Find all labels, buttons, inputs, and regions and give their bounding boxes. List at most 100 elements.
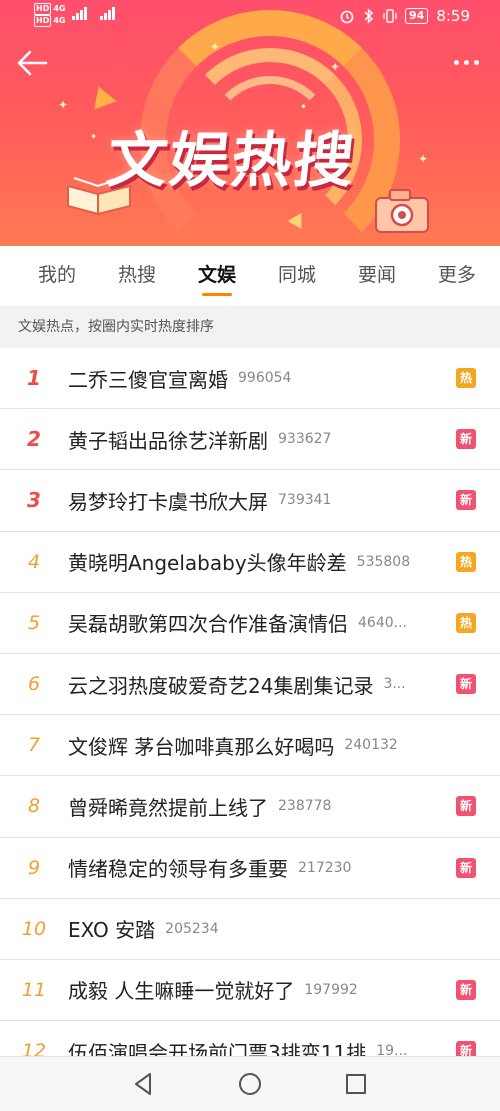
heat-value: 238778	[278, 798, 332, 815]
item-title: 吴磊胡歌第四次合作准备演情侣	[68, 612, 348, 637]
new-badge: 新	[456, 1041, 476, 1056]
tab-news[interactable]: 要闻	[358, 246, 396, 304]
item-title: 文俊辉 茅台咖啡真那么好喝吗	[68, 734, 335, 759]
network-type-label: 4G	[53, 4, 66, 13]
dot-icon	[454, 59, 459, 65]
heat-value: 205234	[165, 920, 219, 937]
status-bar: HD 4G HD 4G 94 8:59	[0, 0, 500, 34]
rank-number: 2	[27, 427, 41, 452]
hot-badge: 热	[456, 368, 476, 389]
hd-label: HD	[34, 3, 52, 15]
rank-number: 4	[27, 550, 41, 573]
signal-strength-icon	[72, 6, 87, 20]
list-item[interactable]: 3 易梦玲打卡虞书欣大屏 739341 新	[0, 470, 500, 532]
vibrate-icon	[383, 9, 397, 23]
camera-icon	[375, 189, 429, 233]
tab-entertainment[interactable]: 文娱	[198, 246, 236, 304]
heat-value: 739341	[278, 492, 332, 509]
item-title: 伍佰演唱会开场前门票3排变11排	[68, 1040, 367, 1056]
list-item[interactable]: 2 黄子韬出品徐艺洋新剧 933627 新	[0, 409, 500, 471]
item-title: EXO 安踏	[68, 918, 156, 943]
list-item[interactable]: 5 吴磊胡歌第四次合作准备演情侣 4640... 热	[0, 593, 500, 654]
network-type-label: 4G	[53, 16, 66, 25]
new-badge: 新	[456, 674, 476, 695]
hot-badge: 热	[456, 612, 476, 633]
item-title: 情绪稳定的领导有多重要	[68, 857, 288, 882]
battery-indicator: 94	[405, 8, 429, 24]
item-title: 曾舜晞竟然提前上线了	[68, 795, 268, 820]
sparkle-icon: •	[90, 130, 98, 144]
heat-value: 217230	[298, 859, 352, 876]
hero-title: 文娱热搜	[103, 126, 360, 196]
heat-value: 3...	[383, 676, 406, 693]
system-navigation-bar	[0, 1056, 500, 1111]
more-options-button[interactable]	[454, 52, 484, 72]
hd-label: HD	[34, 15, 52, 27]
item-title: 二乔三傻官宣离婚	[68, 367, 228, 392]
dot-icon	[474, 59, 479, 65]
rank-number: 11	[21, 978, 47, 1001]
item-title: 易梦玲打卡虞书欣大屏	[68, 489, 268, 514]
clock: 8:59	[436, 7, 470, 25]
list-item[interactable]: 7 文俊辉 茅台咖啡真那么好喝吗 240132	[0, 715, 500, 777]
new-badge: 新	[456, 796, 476, 817]
dot-icon	[464, 59, 469, 65]
rank-number: 8	[27, 795, 41, 818]
category-tabs: 我的 热搜 文娱 同城 要闻 更多	[0, 246, 500, 304]
list-item[interactable]: 10 EXO 安踏 205234	[0, 899, 500, 960]
heat-value: 240132	[344, 737, 398, 754]
back-button[interactable]	[16, 48, 50, 78]
list-item[interactable]: 4 黄晓明Angelababy头像年龄差 535808 热	[0, 532, 500, 593]
tab-hot-search[interactable]: 热搜	[118, 246, 156, 304]
hot-search-list: 1 二乔三傻官宣离婚 996054 热 2 黄子韬出品徐艺洋新剧 933627 …	[0, 348, 500, 1056]
alarm-clock-icon	[340, 10, 354, 24]
rank-number: 5	[27, 611, 41, 634]
new-badge: 新	[456, 857, 476, 878]
list-item[interactable]: 8 曾舜晞竟然提前上线了 238778 新	[0, 776, 500, 838]
rank-number: 3	[27, 488, 41, 513]
heat-value: 4640...	[358, 614, 407, 631]
network-indicators: HD 4G HD 4G	[34, 3, 65, 27]
home-circle-icon[interactable]	[237, 1071, 263, 1097]
status-right: 94 8:59	[339, 7, 470, 25]
rank-number: 10	[21, 917, 47, 940]
hot-badge: 热	[456, 551, 476, 572]
item-title: 黄晓明Angelababy头像年龄差	[68, 551, 347, 576]
list-item[interactable]: 9 情绪稳定的领导有多重要 217230 新	[0, 838, 500, 899]
list-item[interactable]: 12 伍佰演唱会开场前门票3排变11排 19... 新	[0, 1021, 500, 1056]
tab-mine[interactable]: 我的	[38, 246, 76, 304]
sparkle-icon: ✦	[58, 98, 69, 112]
rank-number: 12	[21, 1040, 47, 1056]
rank-number: 9	[27, 856, 41, 879]
sparkle-icon: ✦	[210, 40, 221, 54]
item-title: 成毅 人生嘛睡一觉就好了	[68, 979, 295, 1004]
sparkle-icon: ✦	[418, 152, 429, 166]
item-title: 云之羽热度破爱奇艺24集剧集记录	[68, 673, 374, 698]
arrow-left-icon	[17, 50, 48, 76]
new-badge: 新	[456, 979, 476, 1000]
recents-square-icon[interactable]	[343, 1071, 369, 1097]
heat-value: 197992	[304, 981, 358, 998]
list-item[interactable]: 11 成毅 人生嘛睡一觉就好了 197992 新	[0, 960, 500, 1022]
list-item[interactable]: 1 二乔三傻官宣离婚 996054 热	[0, 348, 500, 410]
tab-more[interactable]: 更多	[438, 246, 476, 304]
tab-local[interactable]: 同城	[278, 246, 316, 304]
rank-number: 1	[27, 366, 41, 391]
list-description: 文娱热点，按圈内实时热度排序	[0, 306, 500, 348]
sparkle-icon: ✦	[330, 60, 341, 74]
back-triangle-icon[interactable]	[130, 1071, 156, 1097]
signal-strength-icon	[100, 6, 115, 20]
decor-triangle-icon	[87, 82, 117, 110]
heat-value: 535808	[356, 553, 411, 570]
rank-number: 7	[27, 734, 41, 757]
heat-value: 996054	[238, 370, 292, 387]
book-icon	[67, 177, 131, 216]
heat-value: 933627	[278, 431, 332, 448]
bluetooth-icon	[364, 8, 374, 24]
new-badge: 新	[456, 490, 476, 511]
heat-value: 19...	[376, 1043, 407, 1056]
list-item[interactable]: 6 云之羽热度破爱奇艺24集剧集记录 3... 新	[0, 654, 500, 716]
new-badge: 新	[456, 429, 476, 450]
item-title: 黄子韬出品徐艺洋新剧	[68, 428, 268, 453]
hero-banner: ✦ ✦ ✦ • • ✦ HD 4G HD 4G 94 8:59 文娱热搜	[0, 0, 500, 246]
